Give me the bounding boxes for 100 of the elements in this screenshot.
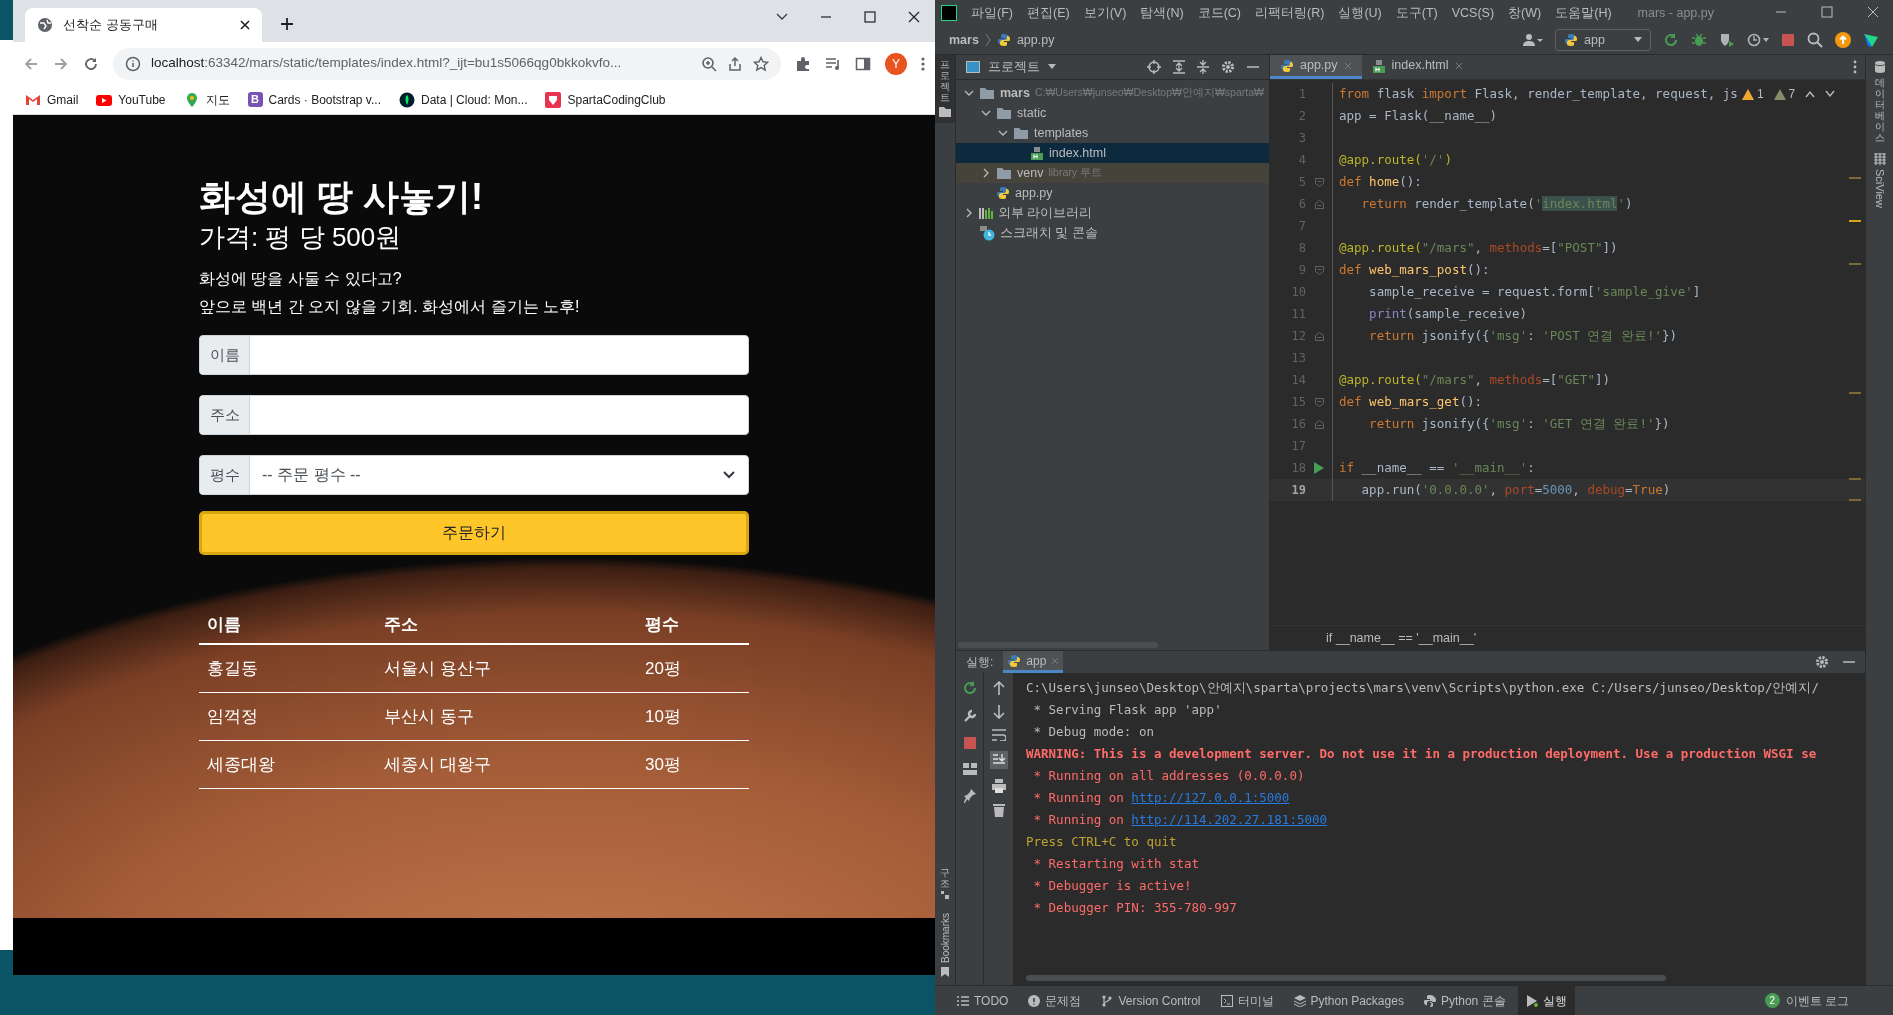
close-icon[interactable] <box>240 20 250 30</box>
menu-item[interactable]: 실행(U) <box>1338 3 1382 23</box>
line-number: 5 <box>1297 174 1306 191</box>
stop-icon[interactable] <box>963 737 976 749</box>
console-link[interactable]: http://127.0.0.1:5000 <box>1131 790 1290 805</box>
tool-window-tab[interactable]: 실행 <box>1517 985 1575 1015</box>
run-tab[interactable]: app <box>1003 651 1064 673</box>
close-icon[interactable] <box>907 10 921 24</box>
menu-item[interactable]: VCS(S) <box>1451 3 1495 23</box>
tool-window-tab[interactable]: TODO <box>949 985 1017 1015</box>
breadcrumb-item[interactable]: if __name__ == '__main__' <box>1270 625 1865 650</box>
search-icon[interactable] <box>1807 32 1823 48</box>
menu-item[interactable]: 편집(E) <box>1026 3 1070 23</box>
playlist-icon[interactable] <box>825 55 841 72</box>
project-view-dropdown[interactable]: 프로젝트 <box>988 57 1056 77</box>
forward-icon[interactable] <box>53 55 69 72</box>
settings-icon[interactable] <box>1815 655 1829 669</box>
profile-avatar[interactable]: Y <box>885 52 907 75</box>
pin-icon[interactable] <box>963 789 976 803</box>
tool-window-tab[interactable]: 터미널 <box>1212 985 1282 1015</box>
tool-window-tab[interactable]: Python Packages <box>1285 985 1412 1015</box>
collapse-all-icon[interactable] <box>1197 60 1209 74</box>
bookmark-link[interactable]: B Cards · Bootstrap v... <box>247 90 381 109</box>
target-icon[interactable] <box>1147 60 1161 74</box>
bug-icon[interactable] <box>1691 32 1707 48</box>
warning-count[interactable]: 1 <box>1741 85 1764 103</box>
expand-all-icon[interactable] <box>1173 60 1185 74</box>
info-icon[interactable] <box>125 55 141 72</box>
tree-item[interactable]: 스크래치 및 콘솔 <box>956 223 1269 243</box>
arrow-down-icon[interactable] <box>992 705 1005 719</box>
browser-tab[interactable]: 선착순 공동구매 <box>25 8 262 42</box>
event-log-tab[interactable]: 2 이벤트 로그 <box>1764 991 1849 1010</box>
run-config-dropdown[interactable]: app <box>1555 29 1651 51</box>
bookmark-link[interactable]: SpartaCodingClub <box>545 90 666 109</box>
profiler-icon[interactable] <box>1747 32 1769 48</box>
update-icon[interactable] <box>1835 32 1851 48</box>
puzzle-icon[interactable] <box>795 55 811 72</box>
tool-window-tab[interactable]: 문제점 <box>1020 985 1090 1015</box>
database-stripe-tab[interactable]: 데이터베이스 <box>1874 77 1885 143</box>
weak-warning-count[interactable]: 7 <box>1773 85 1796 103</box>
menu-item[interactable]: 탐색(N) <box>1140 3 1184 23</box>
reload-icon[interactable] <box>83 55 99 72</box>
tree-item[interactable]: index.html <box>956 143 1269 163</box>
more-icon[interactable] <box>1853 60 1857 74</box>
order-button[interactable]: 주문하기 <box>199 511 749 555</box>
bookmark-link[interactable]: Gmail <box>25 90 79 109</box>
sciview-stripe-tab[interactable]: SciView <box>1871 169 1888 208</box>
tree-item[interactable]: templates <box>956 123 1269 143</box>
tree-item[interactable]: 외부 라이브러리 <box>956 203 1269 223</box>
address-bar[interactable]: localhost:63342/mars/static/templates/index.html?_ijt=bu1s5066qg0bkkokvfo... <box>113 47 781 80</box>
menu-item[interactable]: 도움말(H) <box>1555 3 1612 23</box>
menu-item[interactable]: 리팩터링(R) <box>1255 3 1325 23</box>
soft-wrap-icon[interactable] <box>991 729 1006 741</box>
rerun-icon[interactable] <box>1663 32 1679 48</box>
breadcrumb-item[interactable]: app.py <box>1016 30 1055 50</box>
share-icon[interactable] <box>727 55 743 72</box>
bookmark-link[interactable]: YouTube <box>96 90 166 109</box>
scrollbar[interactable] <box>1026 975 1666 981</box>
layout-icon[interactable] <box>962 763 977 775</box>
side-panel-icon[interactable] <box>855 55 871 72</box>
user-icon[interactable] <box>1523 33 1543 47</box>
rerun-icon[interactable] <box>962 681 977 695</box>
more-icon[interactable] <box>921 55 925 72</box>
editor-tab[interactable]: app.py <box>1270 55 1362 79</box>
star-icon[interactable] <box>753 55 769 72</box>
tree-item[interactable]: mars C:₩Users₩junseo₩Desktop₩안예지₩sparta₩ <box>956 83 1269 103</box>
print-icon[interactable] <box>991 779 1006 793</box>
breadcrumb-item[interactable]: mars <box>949 30 979 50</box>
order-size-dropdown[interactable]: -- 주문 평수 -- <box>250 456 748 494</box>
arrow-up-icon[interactable] <box>992 681 1005 695</box>
maximize-icon[interactable] <box>1821 6 1833 18</box>
stop-icon[interactable] <box>1781 33 1795 47</box>
menu-item[interactable]: 창(W) <box>1508 3 1542 23</box>
menu-item[interactable]: 도구(T) <box>1395 3 1438 23</box>
maximize-icon[interactable] <box>863 10 877 24</box>
tool-window-tab[interactable]: Version Control <box>1093 985 1209 1015</box>
tree-item[interactable]: app.py <box>956 183 1269 203</box>
bookmark-link[interactable]: Data | Cloud: Mon... <box>399 90 528 109</box>
back-icon[interactable] <box>23 55 39 72</box>
tree-item[interactable]: static <box>956 103 1269 123</box>
menu-item[interactable]: 코드(C) <box>1197 3 1242 23</box>
editor-tab[interactable]: index.html <box>1361 55 1473 79</box>
menu-item[interactable]: 보기(V) <box>1083 3 1127 23</box>
console-link[interactable]: http://114.202.27.181:5000 <box>1131 812 1328 827</box>
run-icon[interactable] <box>1314 462 1324 474</box>
menu-item[interactable]: 파일(F) <box>971 3 1013 23</box>
wrench-icon[interactable] <box>962 709 977 723</box>
chevron-down-icon[interactable] <box>1825 90 1836 98</box>
zoom-icon[interactable] <box>701 55 717 72</box>
trash-icon[interactable] <box>992 803 1005 817</box>
settings-icon[interactable] <box>1221 60 1235 74</box>
toolbox-icon[interactable] <box>1863 32 1879 48</box>
tool-window-tab[interactable]: Python 콘솔 <box>1415 985 1514 1015</box>
shield-run-icon[interactable] <box>1719 32 1735 48</box>
structure-stripe-tab[interactable]: 구조 <box>940 867 950 889</box>
scroll-to-end-icon[interactable] <box>989 751 1008 769</box>
chevron-up-icon[interactable] <box>1805 90 1816 98</box>
new-tab-icon[interactable] <box>280 17 294 31</box>
bookmarks-stripe-tab[interactable]: Bookmarks <box>937 913 953 963</box>
bookmark-link[interactable]: 지도 <box>183 90 230 109</box>
